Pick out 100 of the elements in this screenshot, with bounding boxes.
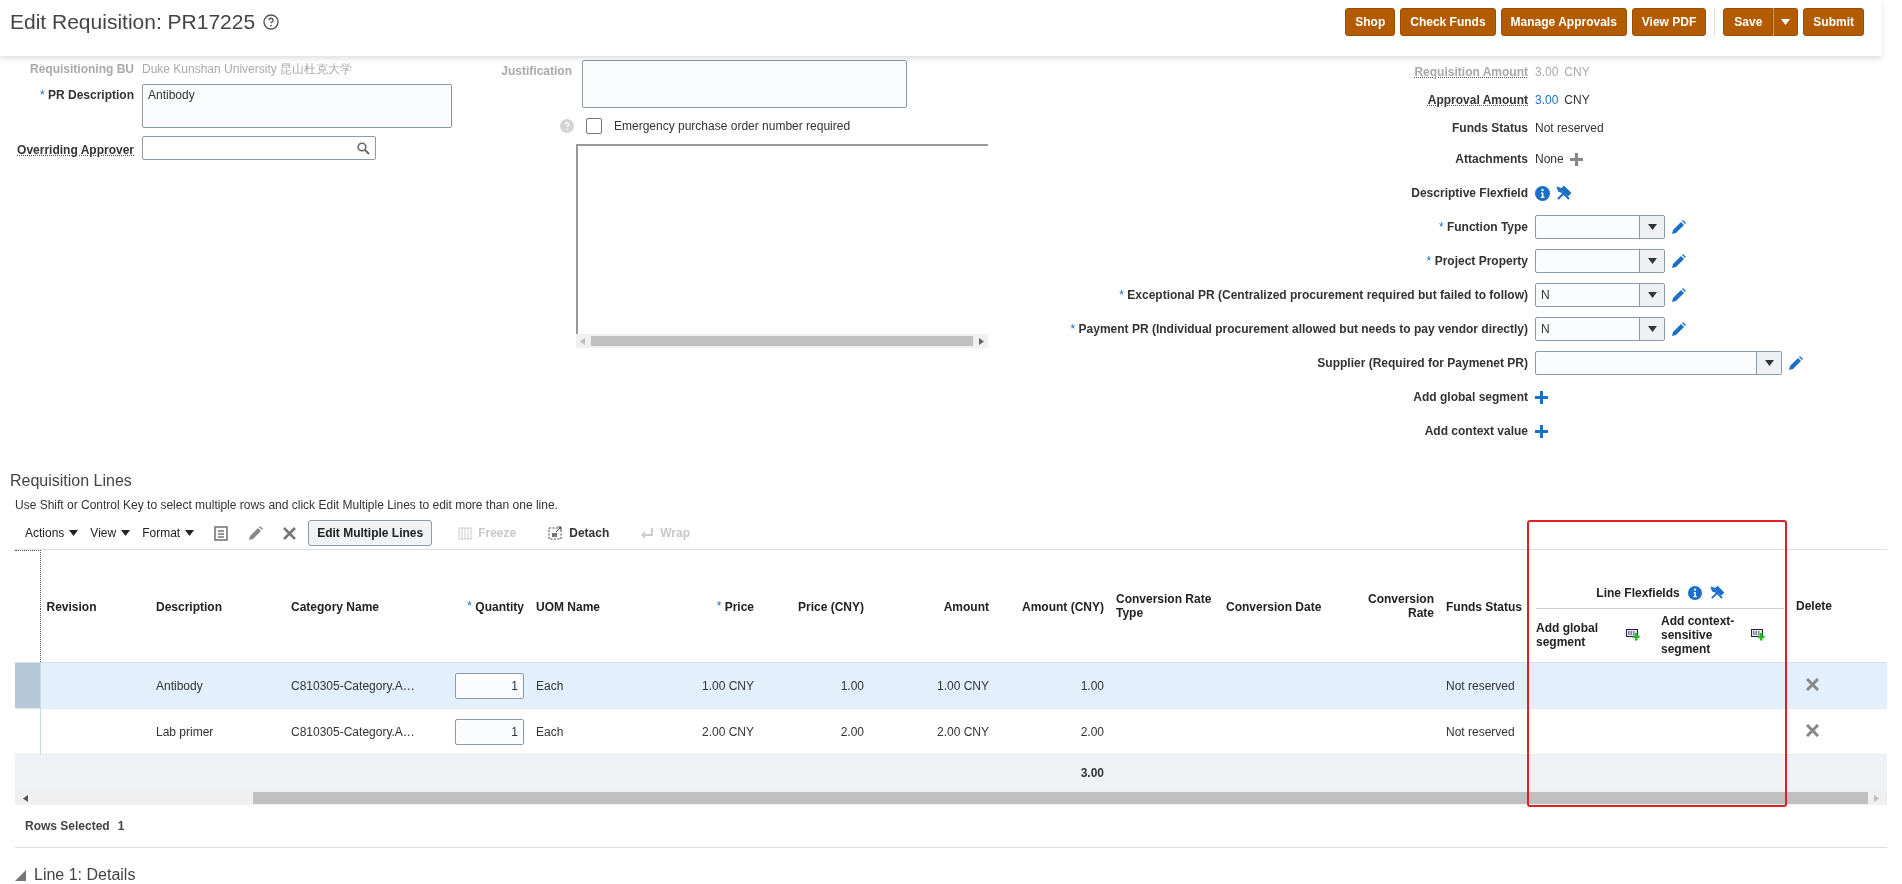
dropdown-field[interactable]: N xyxy=(1535,317,1665,341)
instruction-text: Use Shift or Control Key to select multiple rows and click Edit Multiple Lines to edit more than one line. xyxy=(15,498,559,512)
caret-icon xyxy=(1647,326,1657,332)
justification-field[interactable] xyxy=(582,60,907,108)
horizontal-scrollbar[interactable] xyxy=(15,791,1887,805)
section-title[interactable]: Line 1: Details xyxy=(34,866,136,884)
checkbox[interactable] xyxy=(586,118,602,134)
action-button[interactable]: View PDF xyxy=(1631,8,1707,36)
toolbar-button[interactable]: Detach xyxy=(542,525,616,541)
delete-icon[interactable] xyxy=(1806,723,1819,737)
description-field[interactable]: Antibody xyxy=(142,84,452,128)
scroll-right-icon[interactable] xyxy=(979,337,984,345)
required-marker: * xyxy=(39,88,45,102)
info-icon[interactable] xyxy=(1535,185,1550,201)
search-icon[interactable] xyxy=(357,141,370,155)
tools-icon[interactable] xyxy=(1709,585,1724,600)
table-cell: C810305-Category.A… xyxy=(291,678,415,693)
section-title: Requisition Lines xyxy=(10,472,133,490)
dropdown-field[interactable]: N xyxy=(1535,283,1665,307)
column-header[interactable]: Conversion Rate xyxy=(1341,592,1434,621)
column-header[interactable]: Category Name xyxy=(291,599,380,614)
field-label: Function Type xyxy=(1446,220,1528,234)
table-cell: 1.00 xyxy=(840,678,864,693)
status-label: Rows Selected xyxy=(25,819,110,833)
column-header[interactable]: Price xyxy=(724,599,754,614)
pencil-icon[interactable] xyxy=(1671,219,1686,235)
currency-text: CNY xyxy=(1564,93,1590,107)
add-icon[interactable] xyxy=(1569,152,1583,166)
column-header[interactable]: Description xyxy=(156,599,222,614)
column-header[interactable]: Price (CNY) xyxy=(797,599,864,614)
menu-button[interactable]: View xyxy=(90,526,131,540)
quantity-field[interactable]: 1 xyxy=(455,718,524,745)
help-icon[interactable] xyxy=(263,14,280,30)
list-icon[interactable] xyxy=(214,525,229,541)
column-group-header: Line Flexfields xyxy=(1596,585,1680,600)
field-label: Project Property xyxy=(1434,254,1528,268)
tools-icon[interactable] xyxy=(1556,185,1571,201)
quantity-field[interactable]: 1 xyxy=(455,672,524,699)
pencil-icon[interactable] xyxy=(1671,287,1686,303)
column-header[interactable]: Revision xyxy=(46,599,97,614)
close-icon[interactable] xyxy=(283,526,297,540)
wrap-arrow-icon xyxy=(641,526,655,540)
field-label: Payment PR (Individual procurement allowed but needs to pay vendor directly) xyxy=(1078,322,1528,336)
column-header[interactable]: Conversion Rate Type xyxy=(1116,592,1214,621)
pencil-icon[interactable] xyxy=(248,525,264,541)
caret-icon xyxy=(1647,258,1657,264)
freeze-columns-icon xyxy=(458,526,473,540)
table-cell: 2.00 xyxy=(1080,724,1104,739)
field-label: Exceptional PR (Centralized procurement required but failed to follow) xyxy=(1127,288,1528,302)
required-marker: * xyxy=(1119,288,1124,302)
disclosure-icon[interactable] xyxy=(15,869,26,881)
field-label: Add global segment xyxy=(1413,390,1528,404)
amount-link[interactable]: 3.00 xyxy=(1535,93,1559,107)
caret-icon xyxy=(69,530,79,536)
action-button[interactable]: Submit xyxy=(1803,8,1864,36)
column-header[interactable]: Add context-sensitive segment xyxy=(1661,614,1741,657)
edit-multiple-lines-button[interactable]: Edit Multiple Lines xyxy=(308,520,433,546)
add-segment-icon[interactable] xyxy=(1626,629,1640,642)
page-title: Edit Requisition: PR17225 xyxy=(10,10,256,34)
add-icon[interactable] xyxy=(1535,424,1548,438)
horizontal-scrollbar[interactable] xyxy=(576,334,988,348)
column-header[interactable]: Delete xyxy=(1796,599,1833,614)
action-button[interactable]: Manage Approvals xyxy=(1500,8,1627,36)
column-header[interactable]: Quantity xyxy=(475,599,524,614)
field-label: Overriding Approver xyxy=(16,142,134,157)
column-header[interactable]: Funds Status xyxy=(1446,599,1522,614)
pencil-icon[interactable] xyxy=(1671,321,1686,337)
add-segment-icon[interactable] xyxy=(1751,629,1765,642)
column-header[interactable]: Amount (CNY) xyxy=(1022,599,1104,614)
detach-icon xyxy=(548,526,564,540)
table-cell: 1.00 CNY xyxy=(936,678,989,693)
pencil-icon[interactable] xyxy=(1788,355,1803,371)
pencil-icon[interactable] xyxy=(1671,253,1686,269)
table-cell: 2.00 CNY xyxy=(936,724,989,739)
action-button[interactable]: Check Funds xyxy=(1400,8,1496,36)
dropdown-field[interactable] xyxy=(1535,351,1782,375)
scroll-left-icon[interactable] xyxy=(23,794,28,802)
approver-search-field[interactable] xyxy=(142,136,376,160)
dropdown-field[interactable] xyxy=(1535,215,1665,239)
required-marker: * xyxy=(467,598,472,613)
column-header[interactable]: UOM Name xyxy=(536,599,600,614)
dropdown-field[interactable] xyxy=(1535,249,1665,273)
info-icon[interactable] xyxy=(1687,585,1702,600)
table-cell: Not reserved xyxy=(1446,724,1515,739)
action-button[interactable]: Shop xyxy=(1345,8,1396,36)
field-label: Requisition Amount xyxy=(1414,65,1528,79)
menu-button[interactable]: Actions xyxy=(25,526,79,540)
caret-icon xyxy=(1764,360,1774,366)
currency-text: CNY xyxy=(1564,65,1590,79)
status-value: 1 xyxy=(117,819,125,833)
column-header[interactable]: Add global segment xyxy=(1536,621,1616,650)
column-header[interactable]: Conversion Date xyxy=(1226,599,1322,614)
column-header[interactable]: Amount xyxy=(943,599,989,614)
delete-icon[interactable] xyxy=(1806,677,1819,691)
save-button[interactable]: Save xyxy=(1723,8,1774,36)
menu-button[interactable]: Format xyxy=(142,526,195,540)
add-icon[interactable] xyxy=(1535,390,1548,404)
table-cell: 2.00 CNY xyxy=(701,724,754,739)
save-menu-button[interactable] xyxy=(1773,8,1799,36)
field-label: Requisitioning BU xyxy=(29,61,134,76)
